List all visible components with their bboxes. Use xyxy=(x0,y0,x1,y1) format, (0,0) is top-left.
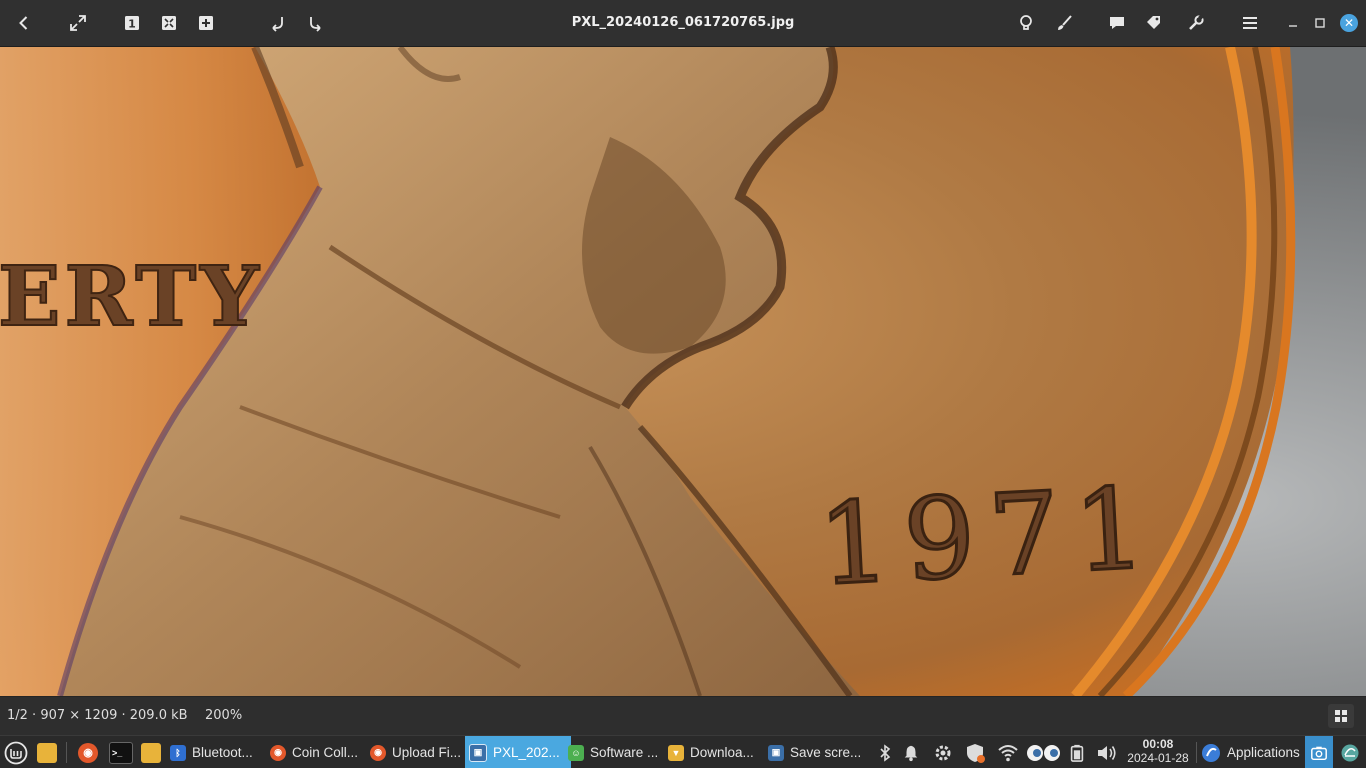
close-button[interactable]: ✕ xyxy=(1339,13,1359,33)
tray-bluetooth[interactable] xyxy=(874,736,896,768)
speaker-icon xyxy=(1098,745,1116,760)
software-manager-icon: ☺ xyxy=(568,744,584,761)
task-downloads[interactable]: ▼ Downloa... xyxy=(664,736,772,768)
tray-volume[interactable] xyxy=(1094,736,1120,768)
minimize-icon xyxy=(1289,25,1297,27)
task-label: Coin Coll... xyxy=(292,745,359,760)
window-title: PXL_20240126_061720765.jpg xyxy=(571,15,795,30)
applications-label: Applications xyxy=(1227,745,1300,760)
fullscreen-icon[interactable] xyxy=(62,7,94,39)
zoom-fit-icon[interactable] xyxy=(153,7,185,39)
terminal-launcher[interactable]: >_ xyxy=(109,736,133,768)
grid-icon xyxy=(1335,710,1347,722)
gear-icon xyxy=(935,745,951,760)
viewer-header: 1 PXL_20240126_061720765.jpg ✕ xyxy=(0,0,1366,47)
task-label: Software ... xyxy=(590,745,659,760)
task-label: Bluetoot... xyxy=(192,745,253,760)
tray-notifications[interactable] xyxy=(900,736,922,768)
clock[interactable]: 00:08 2024-01-28 xyxy=(1123,737,1193,765)
task-label: Save scre... xyxy=(790,745,862,760)
firefox-icon: ◉ xyxy=(78,742,98,763)
liberty-inscription: ERTY xyxy=(0,249,263,345)
task-save-screenshot[interactable]: ▣ Save scre... xyxy=(764,736,872,768)
firefox-icon: ◉ xyxy=(370,744,386,761)
tray-settings[interactable] xyxy=(931,736,955,768)
menu-button[interactable] xyxy=(4,736,28,768)
task-image-viewer[interactable]: ▣ PXL_202... xyxy=(465,736,571,768)
firefox-icon: ◉ xyxy=(270,744,286,761)
rotate-right-icon[interactable] xyxy=(299,7,331,39)
gallery-grid-button[interactable] xyxy=(1328,704,1354,728)
wrench-icon[interactable] xyxy=(1180,7,1212,39)
workspace-switcher-icon xyxy=(1341,744,1359,761)
image-canvas[interactable]: ERTY 1971 xyxy=(0,47,1366,696)
task-label: Upload Fi... xyxy=(392,745,462,760)
launcher-separator xyxy=(66,742,67,763)
linux-mint-icon xyxy=(4,741,28,764)
folder-icon: ▼ xyxy=(668,744,684,761)
zoom-level[interactable]: 200% xyxy=(205,697,242,735)
maximize-icon xyxy=(1315,18,1325,28)
show-desktop-launcher[interactable] xyxy=(37,736,57,768)
screenshot-icon: ▣ xyxy=(768,744,784,761)
tray-redshift[interactable] xyxy=(1024,736,1062,768)
tray-workspace[interactable] xyxy=(1336,736,1364,768)
clock-time: 00:08 xyxy=(1142,737,1174,751)
files-launcher[interactable] xyxy=(141,736,161,768)
hamburger-menu-icon[interactable] xyxy=(1234,7,1266,39)
lightbulb-icon[interactable] xyxy=(1010,7,1042,39)
shield-icon xyxy=(967,743,985,763)
task-coin-collecting[interactable]: ◉ Coin Coll... xyxy=(266,736,374,768)
taskbar: ◉ >_ ᛒ Bluetoot... ◉ Coin Coll... ◉ Uplo… xyxy=(0,735,1366,768)
zoom-in-icon[interactable] xyxy=(190,7,222,39)
clock-date: 2024-01-28 xyxy=(1127,751,1189,765)
maximize-button[interactable] xyxy=(1310,13,1330,33)
camera-icon xyxy=(1311,746,1327,760)
tray-update-manager[interactable] xyxy=(962,736,988,768)
redshift-icon xyxy=(1027,744,1060,761)
tray-separator xyxy=(1196,742,1197,763)
date-inscription: 1971 xyxy=(815,463,1162,611)
comment-icon[interactable] xyxy=(1101,7,1133,39)
status-bar: 1/2 · 907 × 1209 · 209.0 kB 200% xyxy=(0,696,1366,735)
task-label: PXL_202... xyxy=(493,745,560,760)
close-icon: ✕ xyxy=(1340,14,1358,32)
zoom-original-icon[interactable]: 1 xyxy=(116,7,148,39)
applications-menu[interactable]: Applications xyxy=(1201,736,1300,768)
battery-icon xyxy=(1070,744,1084,762)
coin-photo: ERTY 1971 xyxy=(0,47,1366,696)
tray-power[interactable] xyxy=(1065,736,1089,768)
task-bluetooth[interactable]: ᛒ Bluetoot... xyxy=(166,736,274,768)
bluetooth-icon: ᛒ xyxy=(170,744,186,761)
bluetooth-icon xyxy=(880,743,891,762)
firefox-launcher[interactable]: ◉ xyxy=(78,736,98,768)
tray-screenshot[interactable] xyxy=(1305,736,1333,768)
task-software-manager[interactable]: ☺ Software ... xyxy=(564,736,672,768)
zoom-original-glyph: 1 xyxy=(128,18,136,31)
terminal-icon: >_ xyxy=(109,741,133,764)
rotate-left-icon[interactable] xyxy=(262,7,294,39)
folder-icon xyxy=(141,742,161,763)
wifi-icon xyxy=(998,744,1018,761)
applications-icon xyxy=(1202,743,1220,762)
image-viewer-icon: ▣ xyxy=(469,743,487,762)
task-label: Downloa... xyxy=(690,745,754,760)
task-upload-files[interactable]: ◉ Upload Fi... xyxy=(366,736,472,768)
back-arrow-icon[interactable] xyxy=(8,7,40,39)
tray-network[interactable] xyxy=(995,736,1021,768)
tag-icon[interactable] xyxy=(1138,7,1170,39)
bell-icon xyxy=(904,745,918,761)
brush-icon[interactable] xyxy=(1048,7,1080,39)
image-info: 1/2 · 907 × 1209 · 209.0 kB xyxy=(7,708,188,723)
minimize-button[interactable] xyxy=(1283,13,1303,33)
desktop-icon xyxy=(37,742,57,763)
